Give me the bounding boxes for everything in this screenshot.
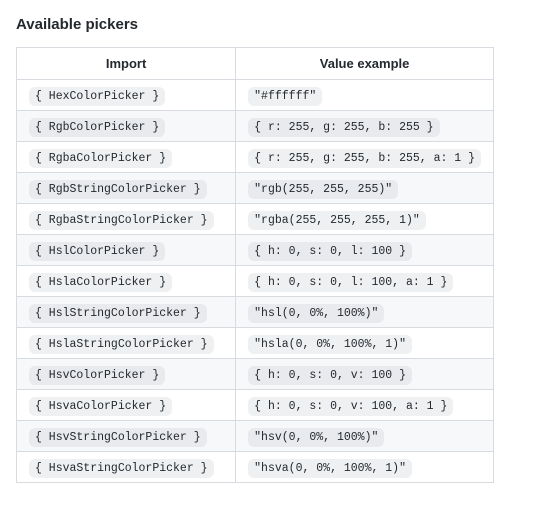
cell-value: "hsl(0, 0%, 100%)" — [236, 297, 494, 328]
table-row: { RgbStringColorPicker } "rgb(255, 255, 2… — [17, 173, 494, 204]
table-row: { HsvaColorPicker } { h: 0, s: 0, v: 100,… — [17, 390, 494, 421]
import-code: { RgbaColorPicker } — [29, 149, 172, 168]
value-code: "hsva(0, 0%, 100%, 1)" — [248, 459, 412, 478]
cell-import: { RgbStringColorPicker } — [17, 173, 236, 204]
cell-value: { h: 0, s: 0, v: 100, a: 1 } — [236, 390, 494, 421]
cell-value: "rgb(255, 255, 255)" — [236, 173, 494, 204]
table-row: { HsvColorPicker } { h: 0, s: 0, v: 100 } — [17, 359, 494, 390]
cell-value: "hsva(0, 0%, 100%, 1)" — [236, 452, 494, 483]
cell-value: "rgba(255, 255, 255, 1)" — [236, 204, 494, 235]
value-code: { h: 0, s: 0, v: 100 } — [248, 366, 412, 385]
section-heading: Available pickers — [16, 16, 517, 33]
import-code: { RgbColorPicker } — [29, 118, 165, 137]
cell-import: { HslColorPicker } — [17, 235, 236, 266]
import-code: { RgbaStringColorPicker } — [29, 211, 214, 230]
import-code: { HsvaColorPicker } — [29, 397, 172, 416]
cell-import: { HsvaStringColorPicker } — [17, 452, 236, 483]
cell-value: { h: 0, s: 0, v: 100 } — [236, 359, 494, 390]
import-code: { RgbStringColorPicker } — [29, 180, 207, 199]
column-header-import: Import — [17, 48, 236, 80]
value-code: "hsv(0, 0%, 100%)" — [248, 428, 384, 447]
value-code: "hsl(0, 0%, 100%)" — [248, 304, 384, 323]
cell-import: { HsvStringColorPicker } — [17, 421, 236, 452]
cell-import: { HexColorPicker } — [17, 80, 236, 111]
table-header-row: Import Value example — [17, 48, 494, 80]
import-code: { HsvColorPicker } — [29, 366, 165, 385]
table-row: { RgbaStringColorPicker } "rgba(255, 255,… — [17, 204, 494, 235]
import-code: { HsvaStringColorPicker } — [29, 459, 214, 478]
value-code: "rgb(255, 255, 255)" — [248, 180, 398, 199]
value-code: { h: 0, s: 0, v: 100, a: 1 } — [248, 397, 453, 416]
cell-value: "hsla(0, 0%, 100%, 1)" — [236, 328, 494, 359]
cell-import: { HslaColorPicker } — [17, 266, 236, 297]
cell-value: { h: 0, s: 0, l: 100 } — [236, 235, 494, 266]
value-code: { r: 255, g: 255, b: 255, a: 1 } — [248, 149, 481, 168]
table-row: { HslaStringColorPicker } "hsla(0, 0%, 10… — [17, 328, 494, 359]
cell-value: "#ffffff" — [236, 80, 494, 111]
value-code: "#ffffff" — [248, 87, 322, 106]
value-code: { h: 0, s: 0, l: 100, a: 1 } — [248, 273, 453, 292]
cell-value: { h: 0, s: 0, l: 100, a: 1 } — [236, 266, 494, 297]
value-code: "hsla(0, 0%, 100%, 1)" — [248, 335, 412, 354]
table-row: { RgbColorPicker } { r: 255, g: 255, b: 2… — [17, 111, 494, 142]
cell-value: "hsv(0, 0%, 100%)" — [236, 421, 494, 452]
table-row: { RgbaColorPicker } { r: 255, g: 255, b: … — [17, 142, 494, 173]
cell-import: { RgbColorPicker } — [17, 111, 236, 142]
import-code: { HexColorPicker } — [29, 87, 165, 106]
table-row: { HsvaStringColorPicker } "hsva(0, 0%, 10… — [17, 452, 494, 483]
cell-import: { RgbaStringColorPicker } — [17, 204, 236, 235]
import-code: { HslaStringColorPicker } — [29, 335, 214, 354]
value-code: "rgba(255, 255, 255, 1)" — [248, 211, 426, 230]
cell-import: { HsvColorPicker } — [17, 359, 236, 390]
table-row: { HsvStringColorPicker } "hsv(0, 0%, 100%… — [17, 421, 494, 452]
cell-import: { HslaStringColorPicker } — [17, 328, 236, 359]
import-code: { HslaColorPicker } — [29, 273, 172, 292]
cell-import: { HslStringColorPicker } — [17, 297, 236, 328]
table-row: { HexColorPicker } "#ffffff" — [17, 80, 494, 111]
import-code: { HslStringColorPicker } — [29, 304, 207, 323]
table-row: { HslColorPicker } { h: 0, s: 0, l: 100 } — [17, 235, 494, 266]
column-header-value: Value example — [236, 48, 494, 80]
import-code: { HsvStringColorPicker } — [29, 428, 207, 447]
cell-value: { r: 255, g: 255, b: 255 } — [236, 111, 494, 142]
cell-import: { RgbaColorPicker } — [17, 142, 236, 173]
pickers-table: Import Value example { HexColorPicker } "… — [16, 47, 494, 483]
value-code: { h: 0, s: 0, l: 100 } — [248, 242, 412, 261]
table-row: { HslaColorPicker } { h: 0, s: 0, l: 100,… — [17, 266, 494, 297]
import-code: { HslColorPicker } — [29, 242, 165, 261]
cell-import: { HsvaColorPicker } — [17, 390, 236, 421]
table-row: { HslStringColorPicker } "hsl(0, 0%, 100%… — [17, 297, 494, 328]
value-code: { r: 255, g: 255, b: 255 } — [248, 118, 439, 137]
cell-value: { r: 255, g: 255, b: 255, a: 1 } — [236, 142, 494, 173]
